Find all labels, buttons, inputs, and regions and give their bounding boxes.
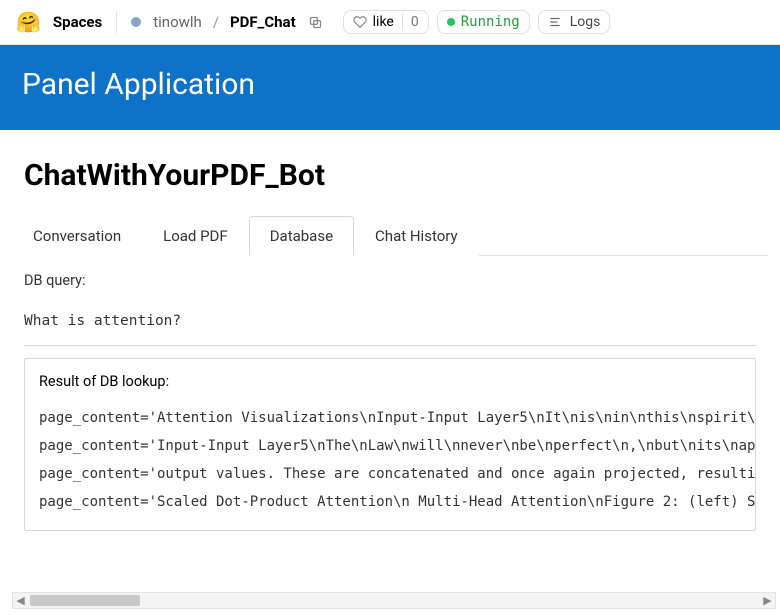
separator xyxy=(24,345,756,346)
scroll-track[interactable] xyxy=(28,593,760,608)
horizontal-scrollbar[interactable]: ◀ ▶ xyxy=(12,592,776,609)
tab-load-pdf[interactable]: Load PDF xyxy=(142,216,249,256)
db-query-label: DB query: xyxy=(24,272,756,289)
main-content: ChatWithYourPDF_Bot Conversation Load PD… xyxy=(0,158,780,531)
like-label: like xyxy=(373,14,394,30)
app-banner: Panel Application xyxy=(0,45,780,130)
page-title: ChatWithYourPDF_Bot xyxy=(24,158,768,193)
author-avatar-icon xyxy=(131,17,141,27)
status-pill[interactable]: Running xyxy=(437,10,530,34)
hf-logo-icon: 🤗 xyxy=(16,10,41,34)
db-result-line: page_content='Scaled Dot-Product Attenti… xyxy=(39,494,741,510)
copy-icon[interactable] xyxy=(308,15,323,30)
like-count: 0 xyxy=(402,14,419,30)
logs-label: Logs xyxy=(570,14,601,30)
logs-icon xyxy=(548,15,562,29)
db-query-value: What is attention? xyxy=(24,313,756,329)
db-result-box: Result of DB lookup: page_content='Atten… xyxy=(24,358,756,531)
status-dot-icon xyxy=(447,18,455,26)
path-separator: / xyxy=(213,13,219,31)
db-result-line: page_content='output values. These are c… xyxy=(39,466,741,482)
db-result-line: page_content='Input-Input Layer5\nThe\nL… xyxy=(39,438,741,454)
spaces-brand[interactable]: Spaces xyxy=(53,13,102,31)
banner-title: Panel Application xyxy=(22,67,758,102)
tabs: Conversation Load PDF Database Chat Hist… xyxy=(12,215,768,256)
space-name[interactable]: PDF_Chat xyxy=(230,13,296,31)
logs-button[interactable]: Logs xyxy=(538,10,611,34)
author-link[interactable]: tinowlh xyxy=(153,13,202,31)
scroll-right-arrow-icon[interactable]: ▶ xyxy=(760,594,775,607)
tab-chat-history[interactable]: Chat History xyxy=(354,216,479,256)
divider xyxy=(116,11,117,33)
heart-icon xyxy=(353,15,367,29)
tab-database[interactable]: Database xyxy=(249,216,354,256)
db-result-line: page_content='Attention Visualizations\n… xyxy=(39,410,741,426)
top-bar: 🤗 Spaces tinowlh / PDF_Chat like 0 Runni… xyxy=(0,0,780,45)
tab-conversation[interactable]: Conversation xyxy=(12,216,142,256)
scroll-left-arrow-icon[interactable]: ◀ xyxy=(13,594,28,607)
scroll-thumb[interactable] xyxy=(30,595,140,606)
like-button[interactable]: like 0 xyxy=(343,10,429,34)
database-panel: DB query: What is attention? Result of D… xyxy=(12,256,768,531)
status-text: Running xyxy=(461,14,520,30)
db-result-title: Result of DB lookup: xyxy=(39,373,741,390)
